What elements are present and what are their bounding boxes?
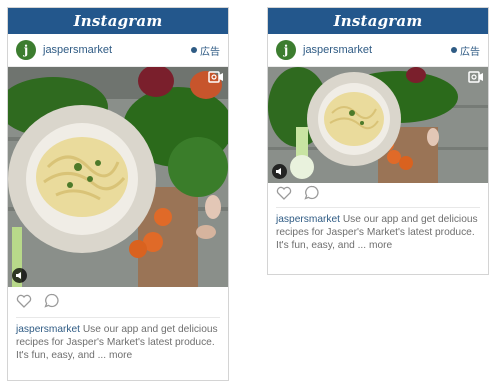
sound-icon[interactable] (12, 268, 27, 283)
post-actions (8, 289, 228, 317)
heart-icon[interactable] (276, 186, 292, 205)
post-video[interactable] (268, 67, 488, 183)
sponsored-badge[interactable]: 広告 (191, 43, 220, 58)
username-link[interactable]: jaspersmarket (43, 44, 191, 56)
caption-username[interactable]: jaspersmarket (16, 324, 80, 335)
avatar[interactable]: j (276, 40, 296, 60)
post-caption: jaspersmarket Use our app and get delici… (8, 318, 228, 362)
more-link[interactable]: more (109, 350, 132, 361)
video-camera-icon (468, 71, 484, 83)
food-photo (268, 67, 488, 183)
more-link[interactable]: more (369, 240, 392, 251)
avatar[interactable]: j (16, 40, 36, 60)
sponsored-label: 広告 (460, 46, 480, 58)
post-header: j jaspersmarket 広告 (8, 34, 228, 67)
instagram-header-bar: Instagram (8, 8, 228, 34)
instagram-logo: Instagram (73, 12, 163, 30)
food-photo (8, 67, 228, 287)
post-caption: jaspersmarket Use our app and get delici… (268, 208, 488, 252)
post-video[interactable] (8, 67, 228, 287)
post-header: j jaspersmarket 広告 (268, 34, 488, 67)
sound-icon[interactable] (272, 164, 287, 179)
sponsored-badge[interactable]: 広告 (451, 43, 480, 58)
comment-icon[interactable] (44, 293, 60, 313)
post-actions (268, 183, 488, 207)
username-link[interactable]: jaspersmarket (303, 44, 451, 56)
video-camera-icon (208, 71, 224, 83)
sponsored-label: 広告 (200, 46, 220, 58)
instagram-logo: Instagram (333, 12, 423, 30)
info-dot-icon (191, 47, 197, 53)
caption-username[interactable]: jaspersmarket (276, 214, 340, 225)
instagram-header-bar: Instagram (268, 8, 488, 34)
comment-icon[interactable] (304, 185, 320, 205)
info-dot-icon (451, 47, 457, 53)
heart-icon[interactable] (16, 294, 32, 313)
instagram-ad-card-compact: Instagram j jaspersmarket 広告 jaspersmark… (267, 7, 489, 275)
instagram-ad-card-feed: Instagram j jaspersmarket 広告 jaspersmark… (7, 7, 229, 381)
